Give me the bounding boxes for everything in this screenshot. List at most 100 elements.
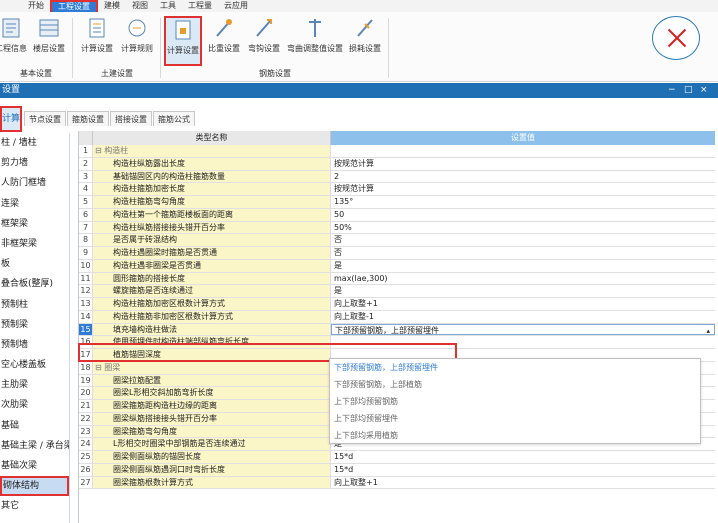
setting-value[interactable] [331,145,715,157]
bend-adjust-button[interactable]: 弯曲调整值设置 [284,16,346,66]
dropdown-option[interactable]: 下部预留钢筋，上部植筋 [330,376,700,393]
dropdown-option[interactable]: 下部预留钢筋，上部预留埋件 [330,359,700,376]
table-row[interactable]: 4 构造柱箍筋加密长度 按规范计算 [79,183,715,196]
menu-5[interactable]: 工程量 [182,0,218,12]
tab-1[interactable]: 箍筋设置 [67,111,109,126]
table-row[interactable]: 14 构造柱箍筋非加密区根数计算方式 向上取整-1 [79,310,715,324]
floor-settings-button[interactable]: 楼层设置 [30,16,68,66]
row-number: 7 [79,221,93,234]
setting-value[interactable]: max(lae,300) [331,273,715,285]
setting-value[interactable]: 向上取整+1 [331,298,715,310]
dropdown-option[interactable]: 上下部均预留钢筋 [330,393,700,410]
component-list-item[interactable]: 预制柱 [0,295,69,315]
close-window-button[interactable]: × [700,83,708,98]
hook-settings-button[interactable]: 弯钩设置 [245,16,283,66]
component-list-item[interactable]: 基础次梁 [0,456,69,476]
setting-value[interactable]: 按规范计算 [331,183,715,195]
table-row[interactable]: 7 构造柱纵筋搭接接头错开百分率 50% [79,221,715,235]
menu-4[interactable]: 工具 [154,0,182,12]
table-row[interactable]: 13 构造柱箍筋加密区根数计算方式 向上取整+1 [79,298,715,311]
component-list-item[interactable]: 其它 [0,496,69,516]
table-row[interactable]: 9 构造柱遇圈梁时箍筋是否贯通否 [79,247,715,260]
component-list-item[interactable]: 叠合板(整厚) [0,274,69,294]
table-row[interactable]: 8 是否属于砖混结构否 [79,234,715,247]
collapse-icon[interactable]: ⊟ [95,363,104,372]
component-list-item[interactable]: 基础 [0,416,69,436]
component-list-item[interactable]: 非框架梁 [0,234,69,254]
dropdown-arrow-icon[interactable]: ▴ [706,325,710,335]
menu-2[interactable]: 建模 [98,0,126,12]
group-separator [388,18,389,78]
dropdown-option[interactable]: 上下部均预留埋件 [330,410,700,427]
value-dropdown-list[interactable]: 下部预留钢筋，上部预留埋件 下部预留钢筋，上部植筋 上下部均预留钢筋 上下部均预留埋件… [329,358,701,444]
tab-2[interactable]: 搭接设置 [110,111,152,126]
hook-settings-label: 弯钩设置 [248,44,280,53]
component-list-item[interactable]: 预制墙 [0,335,69,355]
row-number: 22 [79,412,93,425]
component-list-item[interactable]: 砌体结构 [0,476,69,497]
component-list-item[interactable]: 连梁 [0,194,69,214]
setting-name: 构造柱箍筋弯勾角度 [93,196,331,208]
setting-value[interactable]: 50% [331,222,715,234]
table-row[interactable]: 12 螺旋箍筋是否连续通过是 [79,285,715,298]
setting-value[interactable]: 15*d [331,464,715,476]
table-row[interactable]: 11 圆形箍筋的搭接长度 max(lae,300) [79,272,715,286]
setting-name: L形相交时圈梁中部钢筋是否连续通过 [93,438,331,450]
component-list-item[interactable]: 框架梁 [0,214,69,234]
collapse-icon[interactable]: ⊟ [95,146,104,155]
tab-calc-rules[interactable]: 计算规则 [0,106,22,132]
setting-name: 圈梁箍筋弯勾角度 [93,425,331,438]
setting-value[interactable]: 2 [331,171,715,183]
tab-3[interactable]: 箍筋公式 [153,111,195,126]
dropdown-option[interactable]: 上下部均采用植筋 [330,427,700,444]
component-list-item[interactable]: 剪力墙 [0,153,69,173]
rebar-calc-settings-button[interactable]: 计算设置 [164,16,202,66]
row-number: 4 [79,183,93,195]
component-list-item[interactable]: 空心楼盖板 [0,355,69,375]
minimize-button[interactable]: − [668,83,676,98]
row-number: 1 [79,145,93,157]
setting-value[interactable]: 向上取整-1 [331,311,715,323]
component-list-item[interactable]: 预制梁 [0,315,69,335]
row-number: 2 [79,157,93,170]
civil-calc-settings-button[interactable]: 计算设置 [78,16,116,66]
table-row[interactable]: 10 构造柱遇非圈梁是否贯通是 [79,259,715,273]
table-row[interactable]: 25 圈梁侧面纵筋的锚固长度 15*d [79,451,715,464]
table-row[interactable]: 26 圈梁侧面纵筋遇洞口时弯折长度 15*d [79,463,715,477]
setting-value[interactable]: 按规范计算 [331,158,715,170]
menu-6[interactable]: 云应用 [218,0,254,12]
component-list-item[interactable]: 人防门框墙 [0,173,69,193]
component-list-item[interactable]: 主肋梁 [0,375,69,395]
setting-value[interactable]: 135° [331,196,715,208]
menu-0[interactable]: 开始 [22,0,50,12]
table-row[interactable]: 2 构造柱纵筋露出长度 按规范计算 [79,157,715,171]
calc-rules-button[interactable]: 计算规则 [118,16,156,66]
component-list-item[interactable]: 基础主梁 / 承台梁 [0,436,69,456]
loss-settings-button[interactable]: 损耗设置 [346,16,384,66]
setting-value[interactable]: 15*d [331,451,715,463]
menu-3[interactable]: 视图 [126,0,154,12]
setting-value[interactable]: 下部预留钢筋，上部预留埋件 ▴ [331,323,715,336]
setting-value[interactable]: 是 [331,285,715,297]
maximize-button[interactable]: □ [684,83,693,98]
close-icon[interactable] [652,16,700,60]
setting-value[interactable]: 是 [331,260,715,272]
table-row[interactable]: 5 构造柱箍筋弯勾角度 135° [79,196,715,209]
table-row[interactable]: 3 基础锚固区内的构造柱箍筋数量 2 [79,170,715,184]
setting-value[interactable]: 向上取整+1 [331,477,715,489]
component-list-item[interactable]: 板 [0,254,69,274]
setting-value[interactable]: 否 [331,247,715,259]
row-number: 8 [79,234,93,246]
component-list-item[interactable]: 次肋梁 [0,395,69,415]
tab-0[interactable]: 节点设置 [24,111,66,126]
table-row[interactable]: 1 ⊟ 构造柱 [79,145,715,158]
table-row[interactable]: 27 圈梁箍筋根数计算方式 向上取整+1 [79,476,715,490]
table-row[interactable]: 6 构造柱第一个箍筋距楼板面的距离 50 [79,208,715,222]
weight-settings-button[interactable]: 比重设置 [205,16,243,66]
component-list-item[interactable]: 柱 / 墙柱 [0,133,69,153]
project-info-button[interactable]: 工程信息 [0,16,28,66]
setting-value[interactable]: 50 [331,209,715,221]
setting-value[interactable]: 否 [331,234,715,246]
table-row[interactable]: 15 填充墙构造柱做法 下部预留钢筋，上部预留埋件 ▴ [79,323,715,337]
setting-name: 构造柱箍筋加密区根数计算方式 [93,298,331,310]
